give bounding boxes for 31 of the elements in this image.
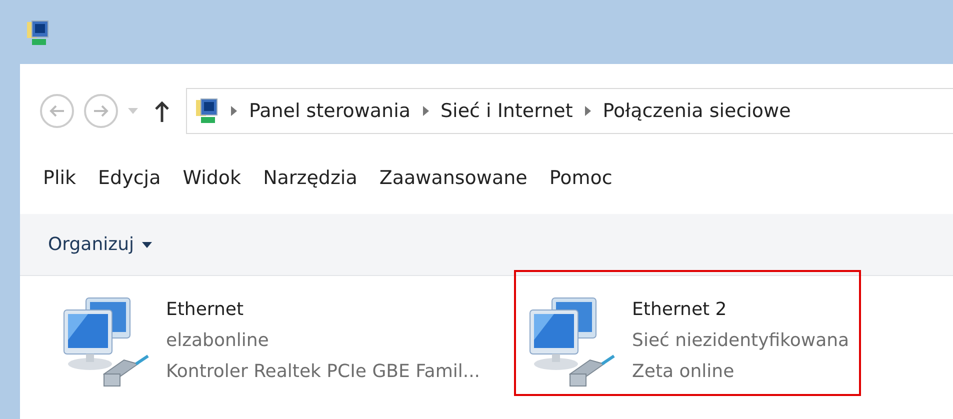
network-connections-icon	[195, 98, 219, 124]
adapter-name: Zeta online	[632, 360, 736, 384]
network-connection-item[interactable]: Ethernet elzabonline Kontroler Realtek PCIe GBE Famil...	[48, 270, 492, 396]
address-bar[interactable]: Panel sterowania Sieć i Internet Połączenia sieciowe	[186, 88, 953, 134]
organize-menu[interactable]: Organizuj	[48, 231, 134, 258]
breadcrumb-separator-icon	[584, 106, 591, 116]
recent-dropdown-icon[interactable]	[128, 108, 138, 114]
back-arrow-icon	[49, 104, 65, 118]
back-button[interactable]	[40, 94, 74, 128]
network-name: Sieć niezidentyfikowana	[632, 329, 850, 353]
menu-item[interactable]: Plik	[32, 164, 88, 192]
menu-item[interactable]: Widok	[172, 164, 252, 192]
network-connections-icon	[26, 20, 50, 46]
menu-item[interactable]: Narzędzia	[252, 164, 368, 192]
breadcrumb-item[interactable]: Panel sterowania	[249, 96, 410, 126]
connection-name: Ethernet 2	[632, 298, 728, 322]
forward-button[interactable]	[84, 94, 118, 128]
caret-icon	[142, 242, 152, 248]
breadcrumb-item[interactable]: Połączenia sieciowe	[602, 96, 791, 126]
menu-item[interactable]: Pomoc	[538, 164, 624, 192]
menu-item[interactable]: Edycja	[87, 164, 172, 192]
up-arrow-icon[interactable]	[154, 100, 170, 122]
breadcrumb-item[interactable]: Sieć i Internet	[440, 96, 573, 126]
forward-arrow-icon	[93, 104, 109, 118]
breadcrumb-separator-icon	[422, 106, 428, 116]
connection-name: Ethernet	[166, 298, 245, 322]
adapter-name: Kontroler Realtek PCIe GBE Famil...	[166, 360, 480, 384]
network-connection-item[interactable]: Ethernet 2 Sieć niezidentyfikowana Zeta online	[514, 270, 862, 396]
network-name: elzabonline	[166, 329, 270, 353]
breadcrumb-separator-icon	[231, 106, 237, 116]
menu-item[interactable]: Zaawansowane	[368, 164, 538, 192]
